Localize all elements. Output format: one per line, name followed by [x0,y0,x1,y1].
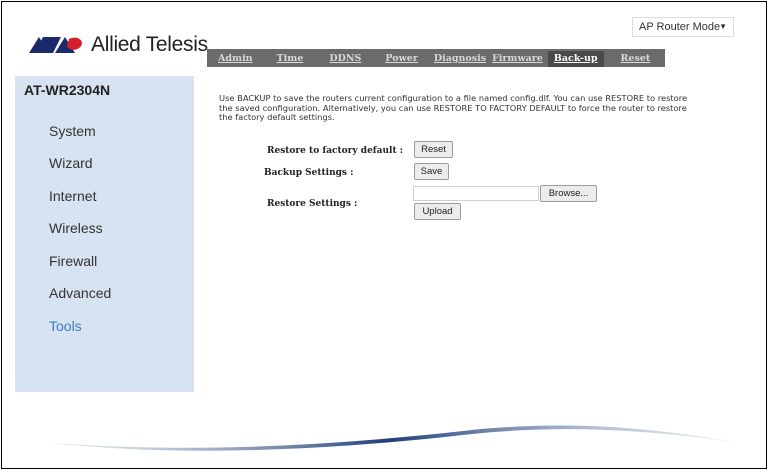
save-button[interactable]: Save [414,163,449,180]
tab-diagnosis[interactable]: Diagnosis [431,51,489,67]
chevron-down-icon: ▼ [719,22,727,31]
backup-description: Use BACKUP to save the routers current c… [219,93,688,123]
browse-button[interactable]: Browse... [540,185,597,202]
sidebar-item-internet[interactable]: Internet [49,188,96,204]
upload-button[interactable]: Upload [414,203,461,220]
sidebar-item-wireless[interactable]: Wireless [49,220,103,236]
tab-time[interactable]: Time [274,51,307,67]
router-mode-value: AP Router Mode [639,21,721,33]
tab-back-up[interactable]: Back-up [547,51,604,67]
sidebar-item-wizard[interactable]: Wizard [49,155,93,171]
tools-tab-bar: Admin Time DDNS Power Diagnosis Firmware… [207,49,665,67]
factory-default-label: Restore to factory default : [267,146,404,156]
tab-firmware[interactable]: Firmware [489,51,546,67]
router-admin-page: Allied Telesis AP Router Mode ▼ Admin Ti… [1,1,767,469]
tab-power[interactable]: Power [382,51,420,67]
sidebar-item-firewall[interactable]: Firewall [49,253,97,269]
allied-telesis-logo-icon [29,37,82,53]
allied-telesis-logo: Allied Telesis [29,31,208,59]
sidebar-item-tools[interactable]: Tools [49,318,82,334]
model-name: AT-WR2304N [24,82,111,98]
brand-name: Allied Telesis [91,33,208,56]
reset-button[interactable]: Reset [414,141,453,158]
sidebar: AT-WR2304N System Wizard Internet Wirele… [15,76,194,392]
router-mode-select[interactable]: AP Router Mode ▼ [632,17,734,37]
sidebar-item-system[interactable]: System [49,123,96,139]
tab-admin[interactable]: Admin [215,51,256,67]
backup-settings-label: Backup Settings : [264,168,354,178]
restore-settings-label: Restore Settings : [267,199,358,209]
decorative-swoosh [42,425,736,451]
tab-ddns[interactable]: DDNS [326,51,364,67]
tab-reset[interactable]: Reset [618,51,654,67]
restore-file-field[interactable] [413,186,539,201]
sidebar-item-advanced[interactable]: Advanced [49,285,111,301]
